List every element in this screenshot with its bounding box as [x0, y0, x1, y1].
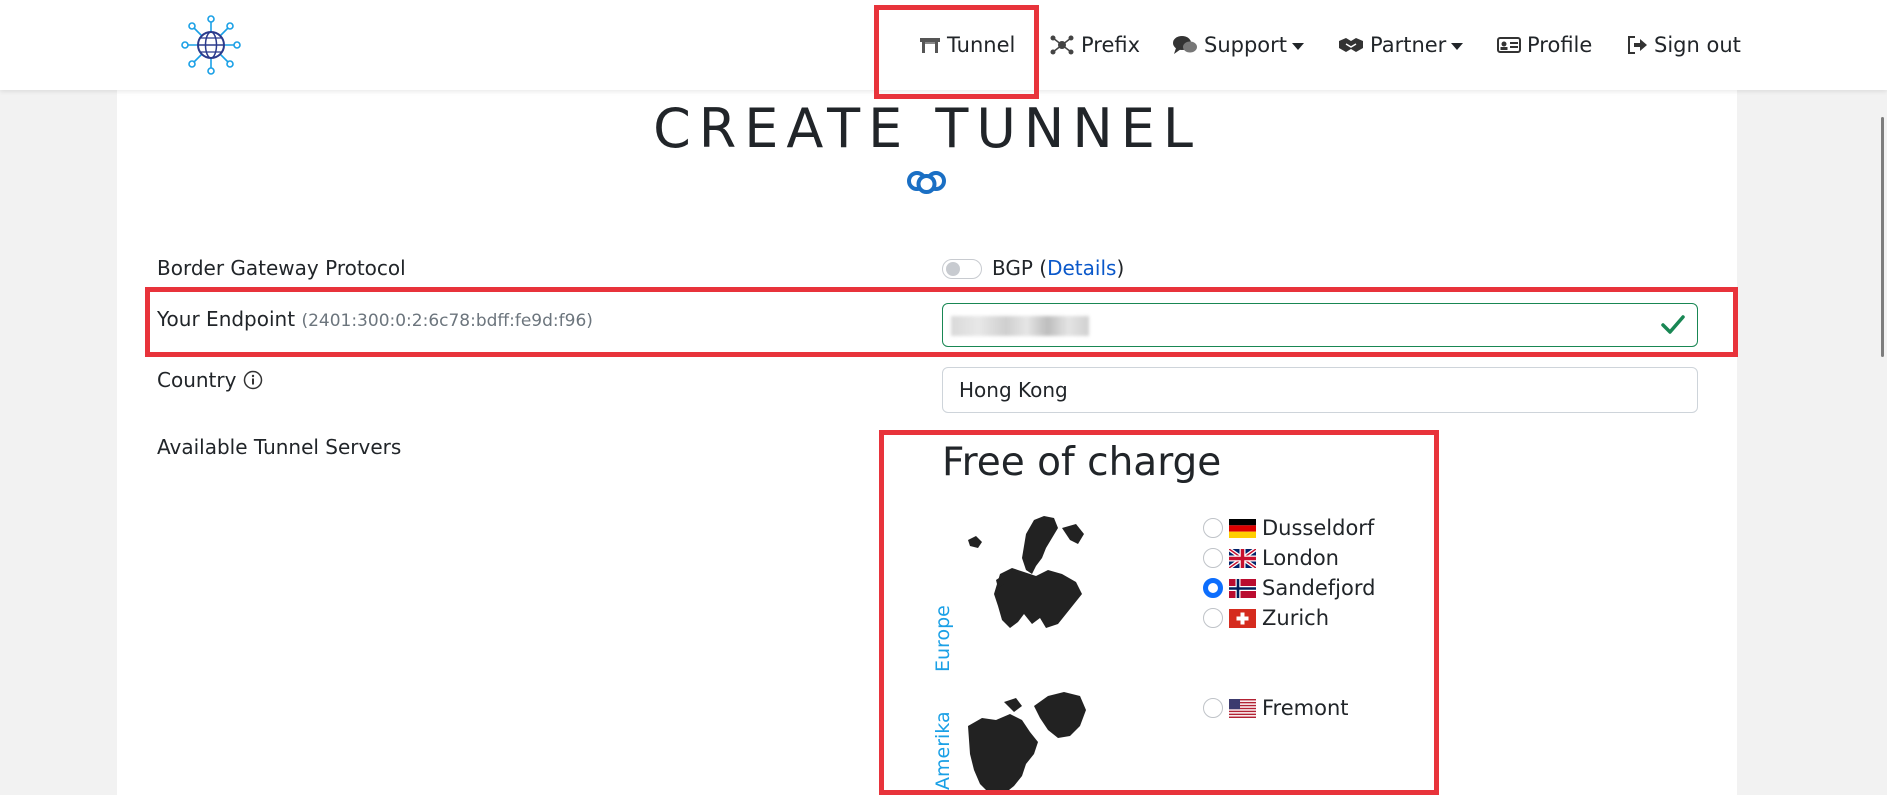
nav-prefix[interactable]: Prefix [1049, 30, 1140, 60]
vertical-scrollbar[interactable] [1881, 117, 1884, 357]
endpoint-label: Your Endpoint (2401:300:0:2:6c78:bdff:fe… [157, 307, 593, 331]
server-option-sandefjord[interactable]: Sandefjord [1203, 575, 1375, 601]
page-title: CREATE TUNNEL [653, 97, 1201, 160]
nav-prefix-label: Prefix [1081, 33, 1141, 57]
nav-support-dropdown[interactable]: Support [1172, 30, 1305, 60]
nav-tunnel-label: Tunnel [947, 33, 1016, 57]
handshake-icon [1339, 38, 1363, 52]
endpoint-input[interactable] [942, 303, 1698, 347]
endpoint-label-text: Your Endpoint [157, 307, 296, 331]
chat-icon [1173, 36, 1197, 54]
nav-partner-dropdown[interactable]: Partner [1338, 30, 1464, 60]
country-value: Hong Kong [959, 378, 1068, 402]
nav-profile[interactable]: Profile [1497, 30, 1592, 60]
radio-button[interactable] [1203, 608, 1223, 628]
country-label: Country [157, 368, 263, 392]
country-input[interactable]: Hong Kong [942, 367, 1698, 413]
info-circle-icon[interactable] [243, 370, 263, 390]
nav-sign-out-label: Sign out [1654, 33, 1741, 57]
switzerland-flag-icon [1229, 608, 1256, 628]
server-name: Sandefjord [1262, 576, 1376, 600]
title-divider-ornament [834, 171, 1020, 194]
region-label-europe: Europe [932, 605, 954, 672]
nav-profile-label: Profile [1527, 33, 1593, 57]
norway-flag-icon [1229, 578, 1256, 598]
nav-support-label: Support [1204, 33, 1288, 57]
tunnel-icon [920, 38, 940, 53]
free-of-charge-heading: Free of charge [942, 440, 1222, 485]
bgp-toggle-label: BGP (Details) [992, 256, 1124, 280]
nav-sign-out[interactable]: Sign out [1626, 30, 1741, 60]
chevron-down-icon [1451, 42, 1464, 50]
server-option-dusseldorf[interactable]: Dusseldorf [1203, 515, 1374, 541]
toggle-knob [946, 262, 960, 276]
usa-flag-icon [1229, 698, 1256, 718]
id-card-icon [1497, 37, 1521, 53]
europe-map-icon [968, 516, 1084, 628]
uk-flag-icon [1229, 548, 1256, 568]
sign-out-icon [1628, 36, 1647, 54]
server-option-zurich[interactable]: Zurich [1203, 605, 1329, 631]
chevron-down-icon [1292, 42, 1305, 50]
bgp-details-link[interactable]: Details [1047, 256, 1116, 280]
bgp-text-close: ) [1116, 256, 1125, 280]
bgp-text: BGP ( [992, 256, 1048, 280]
top-navbar: Tunnel Prefix Support Partner Profile Si… [0, 0, 1887, 90]
available-servers-label: Available Tunnel Servers [157, 435, 402, 459]
region-label-amerika: Amerika [932, 711, 954, 790]
radio-button-checked[interactable] [1203, 578, 1223, 598]
network-icon [1050, 35, 1074, 55]
bgp-label: Border Gateway Protocol [157, 256, 406, 280]
radio-button[interactable] [1203, 698, 1223, 718]
country-label-text: Country [157, 368, 237, 392]
redacted-endpoint-value [951, 316, 1089, 336]
endpoint-hint: (2401:300:0:2:6c78:bdff:fe9d:f96) [301, 311, 593, 331]
server-option-fremont[interactable]: Fremont [1203, 695, 1349, 721]
nav-partner-label: Partner [1370, 33, 1447, 57]
radio-button[interactable] [1203, 548, 1223, 568]
radio-button[interactable] [1203, 518, 1223, 538]
server-name: London [1262, 546, 1339, 570]
bgp-toggle-switch[interactable] [942, 259, 982, 279]
server-option-london[interactable]: London [1203, 545, 1339, 571]
server-name: Fremont [1262, 696, 1349, 720]
nav-tunnel[interactable]: Tunnel [919, 30, 1015, 60]
server-name: Dusseldorf [1262, 516, 1375, 540]
globe-network-logo-icon[interactable] [180, 14, 242, 76]
north-america-map-icon [968, 692, 1086, 794]
server-name: Zurich [1262, 606, 1330, 630]
check-icon [1661, 315, 1685, 334]
germany-flag-icon [1229, 518, 1256, 538]
